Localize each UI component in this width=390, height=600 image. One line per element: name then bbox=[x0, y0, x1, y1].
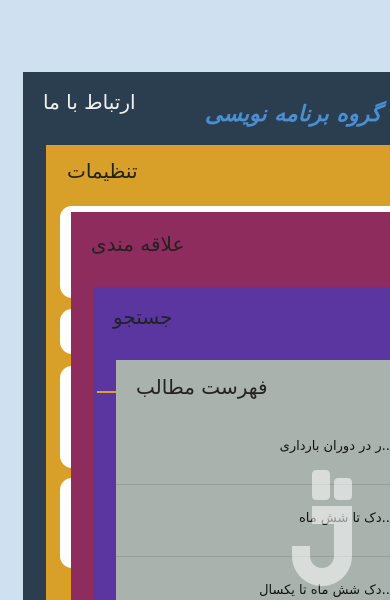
interests-title: علاقه مندی bbox=[91, 232, 185, 256]
list-item-label: ...ر در دوران بارداری bbox=[279, 439, 390, 454]
settings-title: تنظیمات bbox=[67, 159, 138, 183]
contact-title: ارتباط با ما bbox=[43, 90, 136, 114]
app-store-logo-icon bbox=[292, 470, 352, 586]
brand-logo: گروه برنامه نویسی bbox=[205, 102, 382, 127]
orange-marker bbox=[97, 391, 116, 393]
search-title: جستجو bbox=[113, 305, 173, 329]
contents-title: فهرست مطالب bbox=[136, 375, 268, 399]
